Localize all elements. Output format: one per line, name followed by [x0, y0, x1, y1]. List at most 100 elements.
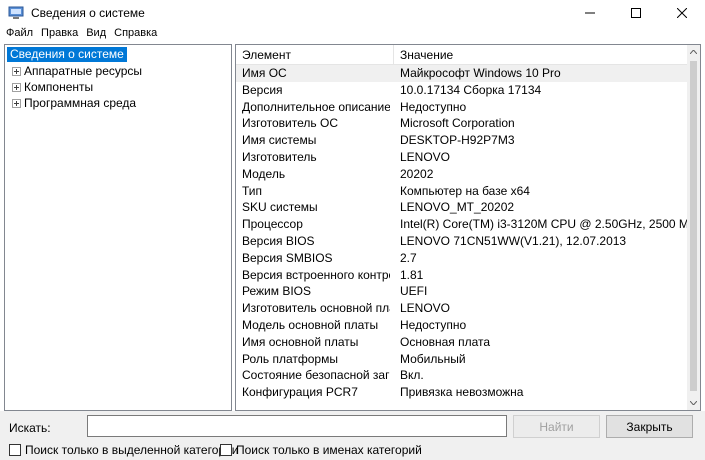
table-row[interactable]: Состояние безопасной загруз... Вкл. — [236, 367, 687, 384]
close-button[interactable]: Закрыть — [606, 415, 693, 438]
tree-item-components[interactable]: Компоненты — [12, 80, 93, 95]
table-row[interactable]: Роль платформы Мобильный — [236, 351, 687, 368]
tree-item-label: Компоненты — [24, 80, 94, 94]
table-row[interactable]: Версия 10.0.17134 Сборка 17134 — [236, 82, 687, 99]
row-value-cell: Компьютер на базе x64 — [400, 183, 530, 198]
row-item-cell: Режим BIOS — [242, 284, 312, 299]
row-value-cell: Недоступно — [400, 317, 467, 332]
table-row[interactable]: Модель 20202 — [236, 166, 687, 183]
checkbox-label: Поиск только в выделенной категории — [25, 443, 239, 457]
row-item-cell: Имя основной платы — [242, 334, 359, 349]
list-header: Элемент Значение — [236, 45, 687, 65]
window-title: Сведения о системе — [31, 6, 145, 20]
row-item-cell: Модель — [242, 166, 286, 181]
scroll-up-button[interactable] — [687, 45, 700, 59]
menu-help[interactable]: Справка — [110, 26, 161, 41]
maximize-icon — [631, 8, 641, 18]
close-icon — [677, 8, 687, 18]
row-value-cell: Мобильный — [400, 351, 466, 366]
row-item-cell: Версия — [242, 82, 283, 97]
checkbox-label: Поиск только в именах категорий — [236, 443, 422, 457]
scroll-down-button[interactable] — [687, 396, 700, 410]
maximize-button[interactable] — [613, 0, 659, 26]
row-value-cell: LENOVO 71CN51WW(V1.21), 12.07.2013 — [400, 233, 627, 248]
row-item-cell: Имя ОС — [242, 66, 287, 80]
search-input[interactable] — [87, 415, 507, 437]
row-value-cell: 20202 — [400, 166, 434, 181]
row-value-cell: 10.0.17134 Сборка 17134 — [400, 82, 542, 97]
row-value-cell: Майкрософт Windows 10 Pro — [400, 66, 561, 80]
row-value-cell: Основная плата — [400, 334, 491, 349]
tree-item-software-environment[interactable]: Программная среда — [12, 96, 136, 111]
table-row[interactable]: Версия SMBIOS 2.7 — [236, 250, 687, 267]
minimize-button[interactable] — [567, 0, 613, 26]
row-item-cell: Состояние безопасной загруз... — [242, 368, 390, 383]
search-category-names-checkbox[interactable]: Поиск только в именах категорий — [220, 443, 422, 457]
table-row[interactable]: SKU системы LENOVO_MT_20202 — [236, 199, 687, 216]
row-item-cell: Версия встроенного контролл... — [242, 267, 390, 282]
row-value-cell: LENOVO — [400, 301, 451, 316]
system-info-app-icon — [8, 6, 24, 19]
row-value-cell: UEFI — [400, 284, 428, 299]
menu-bar: Файл Правка Вид Справка — [0, 26, 705, 41]
row-item-cell: Изготовитель — [242, 149, 317, 164]
tree-item-hardware-resources[interactable]: Аппаратные ресурсы — [12, 64, 142, 79]
row-value-cell: 2.7 — [400, 250, 417, 265]
checkbox-box[interactable] — [220, 444, 232, 456]
table-row[interactable]: Изготовитель ОС Microsoft Corporation — [236, 115, 687, 132]
row-item-cell: Версия BIOS — [242, 233, 315, 248]
row-item-cell: Изготовитель ОС — [242, 116, 338, 131]
table-row[interactable]: Изготовитель LENOVO — [236, 149, 687, 166]
menu-file[interactable]: Файл — [0, 26, 37, 41]
row-value-cell: Intel(R) Core(TM) i3-3120M CPU @ 2.50GHz… — [400, 217, 687, 232]
table-row[interactable]: Изготовитель основной платы LENOVO — [236, 300, 687, 317]
row-item-cell: Имя системы — [242, 133, 317, 148]
table-row[interactable]: Имя ОС Майкрософт Windows 10 Pro — [236, 65, 687, 82]
chevron-down-icon — [690, 401, 697, 405]
table-row[interactable]: Имя основной платы Основная плата — [236, 334, 687, 351]
category-tree[interactable]: Сведения о системе Аппаратные ресурсы Ко… — [4, 44, 232, 411]
menu-edit[interactable]: Правка — [37, 26, 82, 41]
row-value-cell: 1.81 — [400, 267, 424, 282]
search-label: Искать: — [9, 421, 51, 435]
row-value-cell: Привязка невозможна — [400, 385, 524, 400]
close-window-button[interactable] — [659, 0, 705, 26]
find-button[interactable]: Найти — [513, 415, 600, 438]
search-bar: Искать: Найти Закрыть Поиск только в выд… — [0, 411, 705, 460]
row-value-cell: Вкл. — [400, 368, 424, 383]
table-row[interactable]: Версия встроенного контролл... 1.81 — [236, 267, 687, 284]
table-row[interactable]: Имя системы DESKTOP-H92P7M3 — [236, 132, 687, 149]
row-item-cell: Тип — [242, 183, 263, 198]
column-header-value[interactable]: Значение — [394, 45, 687, 65]
row-item-cell: Конфигурация PCR7 — [242, 385, 358, 400]
table-row[interactable]: Конфигурация PCR7 Привязка невозможна — [236, 384, 687, 401]
row-item-cell: Изготовитель основной платы — [242, 301, 390, 316]
minimize-icon — [585, 12, 595, 14]
column-header-item[interactable]: Элемент — [236, 45, 394, 65]
table-row[interactable]: Режим BIOS UEFI — [236, 283, 687, 300]
row-value-cell: Microsoft Corporation — [400, 116, 515, 131]
expand-plus-icon[interactable] — [12, 99, 21, 108]
expand-plus-icon[interactable] — [12, 67, 21, 76]
vertical-scrollbar[interactable] — [687, 45, 700, 410]
expand-plus-icon[interactable] — [12, 83, 21, 92]
table-row[interactable]: Версия BIOS LENOVO 71CN51WW(V1.21), 12.07… — [236, 233, 687, 250]
details-list[interactable]: Элемент Значение Имя ОС Майкрософт Window… — [235, 44, 701, 411]
tree-item-label: Программная среда — [24, 96, 137, 110]
list-rows: Имя ОС Майкрософт Windows 10 Pro Версия 10.… — [236, 65, 687, 410]
scroll-thumb[interactable] — [690, 61, 697, 391]
row-value-cell: LENOVO_MT_20202 — [400, 200, 515, 215]
row-item-cell: Процессор — [242, 217, 303, 232]
search-selected-category-checkbox[interactable]: Поиск только в выделенной категории — [9, 443, 238, 457]
table-row[interactable]: Модель основной платы Недоступно — [236, 317, 687, 334]
tree-root-system-summary[interactable]: Сведения о системе — [7, 47, 127, 62]
checkbox-box[interactable] — [9, 444, 21, 456]
table-row[interactable]: Тип Компьютер на базе x64 — [236, 183, 687, 200]
row-item-cell: Дополнительное описание ОС — [242, 99, 390, 114]
chevron-up-icon — [690, 50, 697, 54]
tree-item-label: Аппаратные ресурсы — [24, 64, 143, 78]
table-row[interactable]: Процессор Intel(R) Core(TM) i3-3120M CPU … — [236, 216, 687, 233]
table-row[interactable]: Дополнительное описание ОС Недоступно — [236, 99, 687, 116]
menu-view[interactable]: Вид — [82, 26, 110, 41]
row-item-cell: SKU системы — [242, 200, 318, 215]
